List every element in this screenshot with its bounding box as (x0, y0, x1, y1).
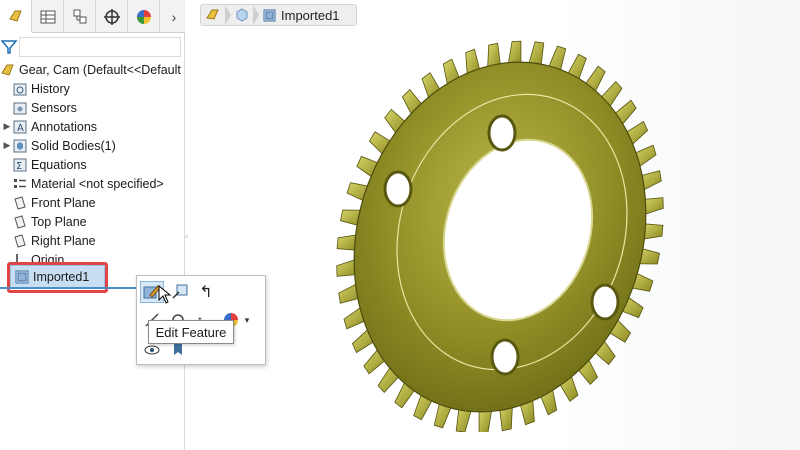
imported-feature-icon (14, 269, 30, 285)
feature-manager-icon (8, 10, 22, 22)
tree-item-equations[interactable]: Σ Equations (2, 155, 87, 174)
tree-item-solid-bodies[interactable]: ▶ Solid Bodies(1) (2, 136, 116, 155)
plane-icon (12, 214, 28, 230)
breadcrumb-body-segment[interactable] (231, 5, 253, 25)
breadcrumb-label: Imported1 (281, 7, 340, 23)
chevron-right-icon: › (171, 8, 177, 25)
rollback-arrow-icon: ↰ (199, 284, 213, 301)
history-folder-icon (12, 81, 28, 97)
tree-item-label: Solid Bodies(1) (31, 138, 116, 153)
tree-item-annotations[interactable]: ▶ A Annotations (2, 117, 98, 136)
bolt-hole (590, 283, 620, 321)
tree-item-label: History (31, 81, 70, 96)
tab-scroll-right-button[interactable]: › (163, 0, 185, 33)
manager-tab-bar: › (0, 0, 185, 33)
tree-item-label: Sensors (31, 100, 77, 115)
sketch-icon (172, 284, 188, 299)
tree-item-label: Top Plane (31, 214, 87, 229)
solid-bodies-icon (12, 138, 28, 154)
tree-item-top-plane[interactable]: Top Plane (2, 212, 87, 231)
feature-manager-panel: › Gear, Cam (Default<<Default History Se… (0, 0, 185, 450)
bolt-hole (487, 114, 517, 152)
annotations-icon: A (12, 119, 28, 135)
svg-text:A: A (17, 123, 24, 134)
plane-icon (12, 233, 28, 249)
plane-icon (12, 195, 28, 211)
tree-item-label: Right Plane (31, 233, 96, 248)
imported-feature-icon (263, 9, 276, 22)
tree-item-label: Front Plane (31, 195, 96, 210)
tree-item-label: Material <not specified> (31, 176, 164, 191)
sensors-icon (12, 100, 28, 116)
tree-item-front-plane[interactable]: Front Plane (2, 193, 96, 212)
filter-icon[interactable] (1, 39, 17, 55)
part-icon (0, 62, 16, 78)
svg-text:Σ: Σ (16, 161, 22, 172)
tab-configuration-manager[interactable] (64, 0, 96, 33)
dimxpert-icon (103, 8, 120, 25)
filter-input[interactable] (19, 37, 181, 57)
tree-item-label: Equations (31, 157, 87, 172)
configuration-manager-icon (73, 9, 86, 23)
tree-item-right-plane[interactable]: Right Plane (2, 231, 96, 250)
tab-dimxpert-manager[interactable] (96, 0, 128, 33)
tree-item-label: Annotations (31, 119, 98, 134)
chevron-down-icon: ▾ (244, 314, 250, 325)
property-manager-icon (40, 10, 55, 23)
breadcrumb-part-segment[interactable] (201, 5, 225, 25)
panel-resize-grip[interactable]: ◦ (185, 232, 188, 241)
tree-item-label: Imported1 (33, 269, 90, 284)
expand-arrow-icon[interactable]: ▶ (2, 140, 12, 151)
breadcrumb-feature-segment[interactable]: Imported1 (259, 5, 343, 25)
mouse-cursor-icon (158, 285, 172, 304)
tree-item-imported1[interactable]: Imported1 (14, 267, 89, 286)
tree-root[interactable]: Gear, Cam (Default<<Default (0, 60, 181, 79)
tree-root-label: Gear, Cam (Default<<Default (19, 62, 181, 77)
part-icon (206, 9, 219, 20)
expand-arrow-icon[interactable]: ▶ (2, 121, 12, 132)
material-icon (12, 176, 28, 192)
tree-item-sensors[interactable]: Sensors (2, 98, 77, 117)
bolt-hole (383, 170, 413, 208)
tooltip: Edit Feature (148, 320, 234, 344)
connector-line (0, 287, 138, 289)
tree-item-history[interactable]: History (2, 79, 70, 98)
tab-feature-manager[interactable] (0, 0, 32, 33)
equations-icon: Σ (12, 157, 28, 173)
tree-filter[interactable] (1, 37, 181, 59)
gear-model[interactable] (330, 32, 700, 432)
tree-item-material[interactable]: Material <not specified> (2, 174, 164, 193)
display-manager-icon (136, 9, 151, 24)
body-icon (236, 8, 248, 22)
appearance-dropdown[interactable]: ▾ (241, 309, 253, 331)
rollback-button[interactable]: ↰ (194, 281, 218, 303)
bolt-hole (490, 338, 520, 376)
tab-property-manager[interactable] (32, 0, 64, 33)
tab-display-manager[interactable] (128, 0, 160, 33)
breadcrumb[interactable]: Imported1 (200, 4, 357, 26)
